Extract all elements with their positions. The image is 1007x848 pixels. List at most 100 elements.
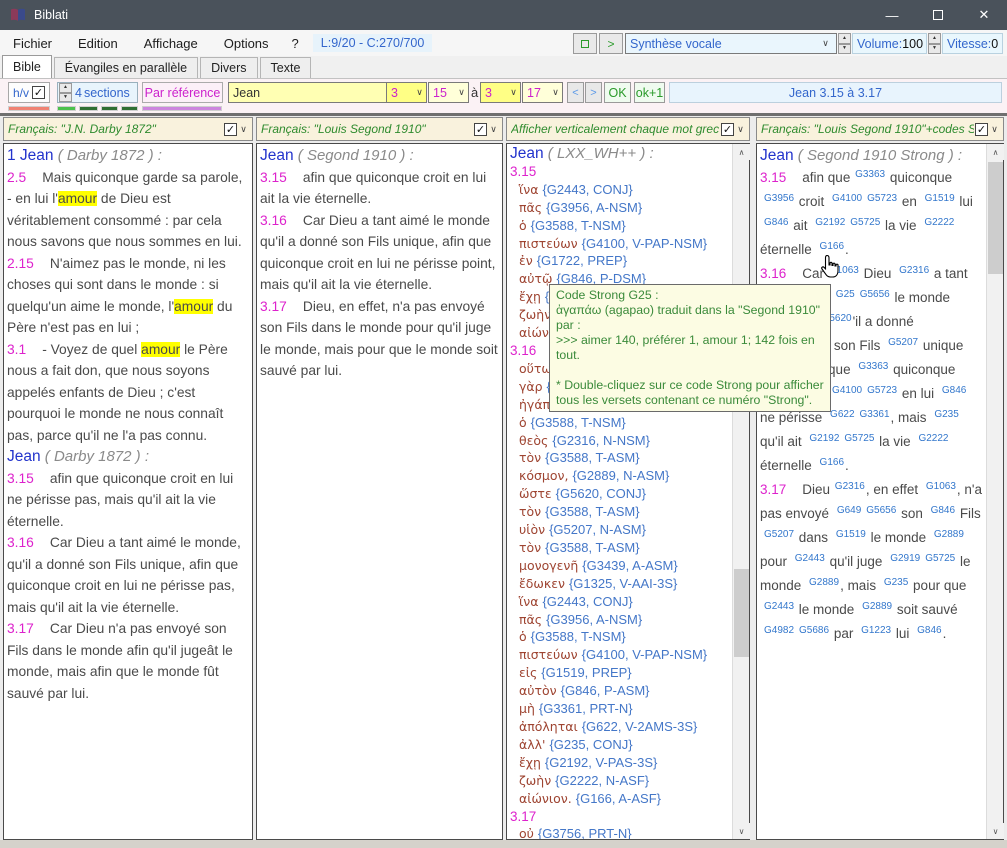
greek-word[interactable]: μονογενῆ	[519, 558, 582, 573]
greek-word-line[interactable]: ἔδωκεν {G1325, V-AAI-3S}	[510, 575, 729, 593]
strong-code[interactable]: G5656	[859, 289, 891, 300]
greek-word-line[interactable]: οὐ {G3756, PRT-N}	[510, 825, 729, 840]
greek-strong-annotation[interactable]: {G235, CONJ}	[549, 737, 632, 752]
greek-strong-annotation[interactable]: {G3588, T-ASM}	[545, 450, 639, 465]
greek-strong-annotation[interactable]: {G5620, CONJ}	[556, 486, 646, 501]
greek-strong-annotation[interactable]: {G3588, T-ASM}	[545, 540, 639, 555]
strong-code[interactable]: G5723	[866, 193, 898, 204]
strong-code[interactable]: G2192	[808, 433, 840, 444]
greek-word[interactable]: γὰρ	[519, 379, 547, 394]
volume-spinner[interactable]: ▲ ▼	[838, 33, 851, 54]
sections-stepper[interactable]: ▲ ▼ 4 sections	[57, 82, 138, 103]
volume-field[interactable]: Volume: 100	[852, 33, 927, 54]
greek-word[interactable]: ὥστε	[519, 486, 556, 501]
greek-strong-annotation[interactable]: {G5207, N-ASM}	[549, 522, 646, 537]
spinner-up-icon[interactable]: ▲	[838, 33, 851, 44]
greek-word-line[interactable]: πᾶς {G3956, A-NSM}	[510, 611, 729, 629]
strong-code[interactable]: G622	[829, 409, 855, 420]
strong-code[interactable]: G166	[819, 241, 845, 252]
greek-word[interactable]: τὸν	[519, 540, 545, 555]
greek-strong-annotation[interactable]: {G3439, A-ASM}	[582, 558, 677, 573]
column-4-checkbox[interactable]: ✓	[975, 123, 988, 136]
greek-word[interactable]: πιστεύων	[519, 647, 582, 662]
greek-strong-annotation[interactable]: {G3588, T-ASM}	[545, 504, 639, 519]
column-3-checkbox[interactable]: ✓	[721, 123, 734, 136]
column-2-checkbox[interactable]: ✓	[474, 123, 487, 136]
greek-word-line[interactable]: πιστεύων {G4100, V-PAP-NSM}	[510, 235, 729, 253]
spinner-down-icon[interactable]: ▼	[59, 93, 72, 103]
menu-fichier[interactable]: Fichier	[0, 30, 65, 56]
menu-edition[interactable]: Edition	[65, 30, 131, 56]
strong-code[interactable]: G846	[763, 217, 789, 228]
greek-strong-annotation[interactable]: {G2192, V-PAS-3S}	[545, 755, 658, 770]
menu-help[interactable]: ?	[282, 30, 309, 56]
scroll-down-icon[interactable]: ∨	[987, 823, 1004, 839]
greek-word-line[interactable]: ἔχῃ {G2192, V-PAS-3S}	[510, 754, 729, 772]
next-button[interactable]: >	[585, 82, 602, 103]
greek-strong-annotation[interactable]: {G3756, PRT-N}	[538, 826, 632, 840]
tab-divers[interactable]: Divers	[200, 57, 257, 78]
speech-play-button[interactable]: >	[599, 33, 623, 54]
greek-word[interactable]: εἰς	[519, 665, 541, 680]
greek-strong-annotation[interactable]: {G622, V-2AMS-3S}	[582, 719, 698, 734]
greek-word-line[interactable]: ὥστε {G5620, CONJ}	[510, 485, 729, 503]
greek-strong-annotation[interactable]: {G1325, V-AAI-3S}	[569, 576, 677, 591]
strong-code[interactable]: G5207	[887, 337, 919, 348]
strong-code[interactable]: G2889	[808, 577, 840, 588]
greek-word-line[interactable]: ἵνα {G2443, CONJ}	[510, 181, 729, 199]
strong-code[interactable]: G2316	[898, 265, 930, 276]
column-2-version-select[interactable]: Français: "Louis Segond 1910" ✓ ∨	[256, 117, 503, 141]
hv-checkbox[interactable]: ✓	[32, 86, 45, 99]
greek-word-line[interactable]: εἰς {G1519, PREP}	[510, 664, 729, 682]
strong-code[interactable]: G5723	[866, 385, 898, 396]
column-1-checkbox[interactable]: ✓	[224, 123, 237, 136]
greek-strong-annotation[interactable]: {G3361, PRT-N}	[539, 701, 633, 716]
strong-code[interactable]: G1223	[860, 625, 892, 636]
scrollbar-thumb[interactable]	[988, 162, 1003, 274]
strong-code[interactable]: G2889	[861, 601, 893, 612]
greek-word[interactable]: τὸν	[519, 450, 545, 465]
strong-code[interactable]: G2192	[814, 217, 846, 228]
greek-strong-annotation[interactable]: {G1519, PREP}	[541, 665, 631, 680]
greek-strong-annotation[interactable]: {G846, P-ASM}	[561, 683, 650, 698]
scroll-down-icon[interactable]: ∨	[733, 823, 750, 839]
greek-word[interactable]: ὁ	[519, 629, 531, 644]
speed-field[interactable]: Vitesse: 0	[942, 33, 1003, 54]
strong-code[interactable]: G3363	[857, 361, 889, 372]
maximize-button[interactable]	[915, 0, 961, 30]
greek-word[interactable]: ἔχῃ	[519, 289, 545, 304]
greek-word-line[interactable]: ἐν {G1722, PREP}	[510, 252, 729, 270]
scroll-up-icon[interactable]: ∧	[733, 144, 750, 160]
strong-code[interactable]: G3956	[763, 193, 795, 204]
tab-evangiles-en-parallele[interactable]: Évangiles en parallèle	[54, 57, 198, 78]
column-4-version-select[interactable]: Français: "Louis Segond 1910"+codes Stro…	[756, 117, 1004, 141]
greek-word-line[interactable]: πιστεύων {G4100, V-PAP-NSM}	[510, 646, 729, 664]
par-reference-button[interactable]: Par référence	[142, 82, 223, 103]
strong-code[interactable]: G5686	[798, 625, 830, 636]
strong-code[interactable]: G2222	[917, 433, 949, 444]
greek-word-line[interactable]: τὸν {G3588, T-ASM}	[510, 539, 729, 557]
greek-word[interactable]: ὁ	[519, 415, 531, 430]
greek-word-line[interactable]: ὁ {G3588, T-NSM}	[510, 628, 729, 646]
greek-word-line[interactable]: ζωὴν {G2222, N-ASF}	[510, 772, 729, 790]
strong-code[interactable]: G2316	[834, 481, 866, 492]
greek-word[interactable]: ἀλλ'	[519, 737, 549, 752]
greek-word[interactable]: πιστεύων	[519, 236, 582, 251]
greek-strong-annotation[interactable]: {G2222, N-ASF}	[555, 773, 649, 788]
greek-word[interactable]: οὐ	[519, 826, 538, 840]
verse-to-select[interactable]: 17 ∨	[522, 82, 563, 103]
greek-strong-annotation[interactable]: {G2443, CONJ}	[542, 182, 632, 197]
voice-select[interactable]: Synthèse vocale ∨	[625, 33, 837, 54]
column-1-version-select[interactable]: Français: "J.N. Darby 1872" ✓ ∨	[3, 117, 253, 141]
book-select[interactable]: Jean ∨	[228, 82, 397, 103]
greek-word[interactable]: ζωὴν	[519, 773, 555, 788]
strong-code[interactable]: G3363	[854, 169, 886, 180]
greek-word-line[interactable]: τὸν {G3588, T-ASM}	[510, 449, 729, 467]
spinner-down-icon[interactable]: ▼	[838, 44, 851, 55]
strong-code[interactable]: G2889	[933, 529, 965, 540]
greek-word[interactable]: ὁ	[519, 218, 531, 233]
greek-word[interactable]: ἀπόληται	[519, 719, 582, 734]
greek-word-line[interactable]: υἱὸν {G5207, N-ASM}	[510, 521, 729, 539]
strong-code[interactable]: G846	[941, 385, 967, 396]
greek-word[interactable]: πᾶς	[519, 612, 546, 627]
